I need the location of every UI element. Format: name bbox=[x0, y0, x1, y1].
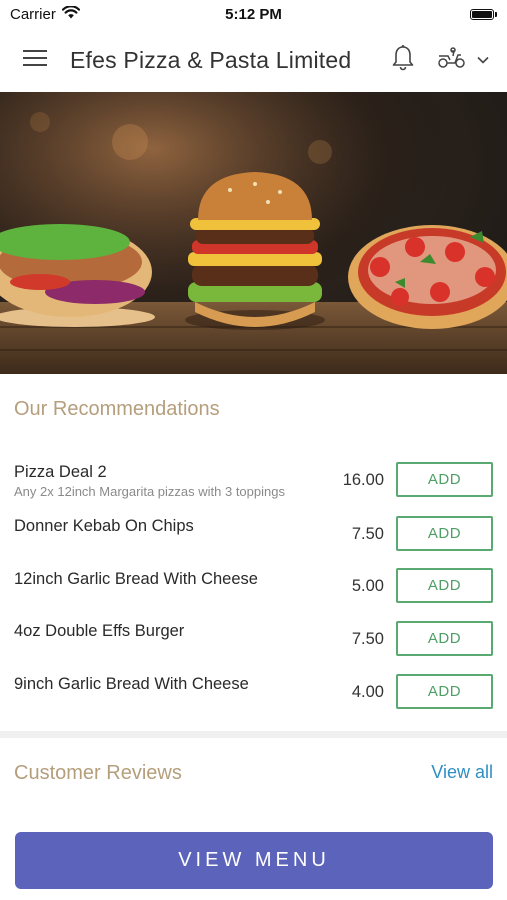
hamburger-menu-button[interactable] bbox=[0, 28, 70, 92]
menu-item: 4oz Double Effs Burger 7.50 ADD bbox=[0, 621, 507, 672]
view-all-reviews-link[interactable]: View all bbox=[431, 762, 493, 783]
battery-icon bbox=[470, 8, 494, 20]
add-button[interactable]: ADD bbox=[396, 462, 493, 497]
notifications-button[interactable] bbox=[391, 44, 415, 77]
menu-item: 9inch Garlic Bread With Cheese 4.00 ADD bbox=[0, 674, 507, 725]
bell-icon bbox=[391, 44, 415, 77]
item-name: Pizza Deal 2 bbox=[14, 463, 107, 481]
food-banner-image bbox=[0, 92, 507, 374]
add-button[interactable]: ADD bbox=[396, 516, 493, 551]
add-button[interactable]: ADD bbox=[396, 568, 493, 603]
reviews-title: Customer Reviews bbox=[14, 762, 182, 784]
add-button[interactable]: ADD bbox=[396, 674, 493, 709]
item-name: Donner Kebab On Chips bbox=[14, 517, 194, 535]
status-bar: Carrier 5:12 PM bbox=[0, 0, 507, 28]
section-divider bbox=[0, 731, 507, 738]
item-price: 7.50 bbox=[351, 525, 384, 543]
menu-item: Pizza Deal 2 Any 2x 12inch Margarita piz… bbox=[0, 462, 507, 513]
item-price: 4.00 bbox=[351, 683, 384, 701]
customer-reviews-section: Customer Reviews View all bbox=[0, 756, 507, 792]
status-right bbox=[470, 8, 507, 20]
item-description: Any 2x 12inch Margarita pizzas with 3 to… bbox=[14, 484, 285, 499]
item-name: 12inch Garlic Bread With Cheese bbox=[14, 570, 258, 588]
page-title: Efes Pizza & Pasta Limited bbox=[70, 46, 352, 73]
menu-item: 12inch Garlic Bread With Cheese 5.00 ADD bbox=[0, 568, 507, 620]
carrier-label: Carrier bbox=[10, 5, 56, 23]
app-header: Efes Pizza & Pasta Limited bbox=[0, 28, 507, 92]
scooter-icon bbox=[437, 46, 467, 74]
item-price: 16.00 bbox=[342, 471, 384, 489]
hamburger-icon bbox=[23, 49, 47, 72]
item-name: 4oz Double Effs Burger bbox=[14, 622, 185, 640]
header-actions bbox=[391, 44, 507, 77]
add-button[interactable]: ADD bbox=[396, 621, 493, 656]
menu-item: Donner Kebab On Chips 7.50 ADD bbox=[0, 516, 507, 567]
wifi-icon bbox=[61, 4, 80, 23]
recommendations-title: Our Recommendations bbox=[14, 398, 220, 420]
item-name: 9inch Garlic Bread With Cheese bbox=[14, 675, 249, 693]
hero-banner bbox=[0, 92, 507, 374]
status-left: Carrier bbox=[0, 4, 80, 23]
view-menu-button[interactable]: VIEW MENU bbox=[15, 832, 493, 889]
item-price: 5.00 bbox=[351, 577, 384, 595]
chevron-down-icon bbox=[477, 51, 489, 69]
item-price: 7.50 bbox=[351, 630, 384, 648]
delivery-mode-selector[interactable] bbox=[437, 46, 489, 74]
